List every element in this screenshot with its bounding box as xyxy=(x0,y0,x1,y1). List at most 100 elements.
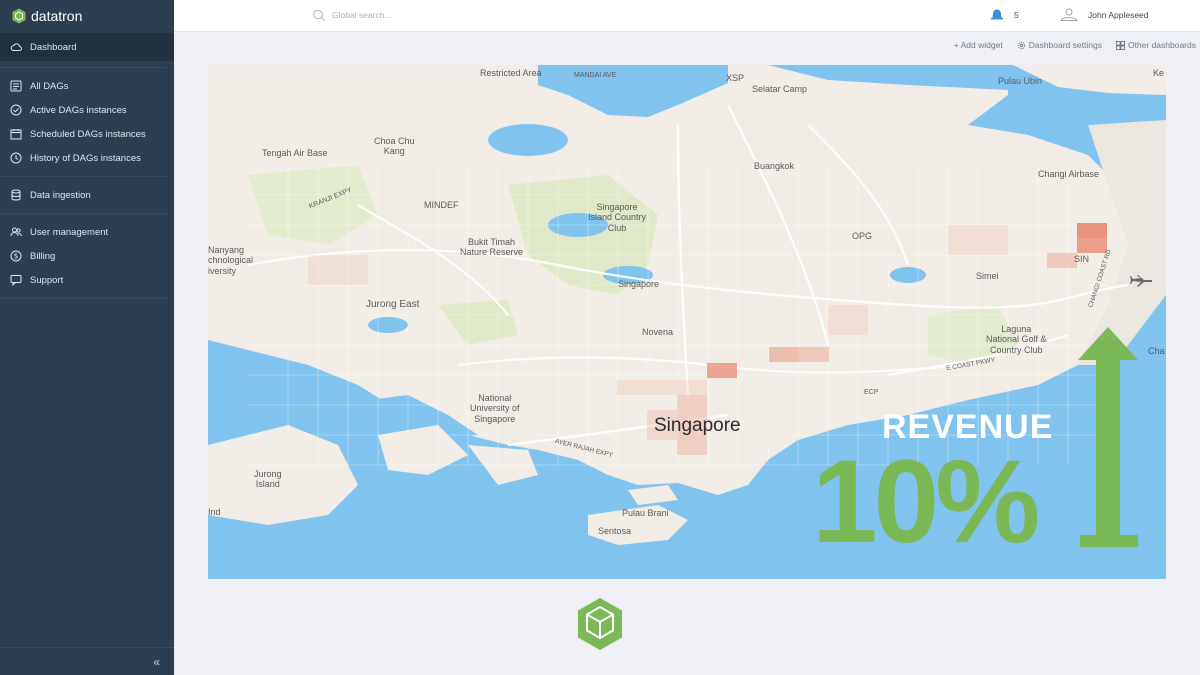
grid-icon xyxy=(1115,40,1125,50)
dollar-icon: $ xyxy=(10,250,22,262)
sidebar-item-label: Dashboard xyxy=(30,41,77,53)
map-label: Pulau Ubin xyxy=(998,76,1043,86)
gear-icon xyxy=(1017,41,1025,49)
map-label: Jurong Island xyxy=(254,469,282,490)
map-label: Cha xyxy=(1148,346,1165,356)
map-label: Simei xyxy=(976,271,999,281)
heat-cell xyxy=(1077,238,1107,253)
map-label: MINDEF xyxy=(424,200,459,210)
other-dashboards-button[interactable]: Other dashboards xyxy=(1115,40,1196,50)
sidebar-item-label: Active DAGs instances xyxy=(30,104,127,116)
map-label: OPG xyxy=(852,231,873,241)
notifications[interactable]: 5 xyxy=(990,8,1019,21)
sidebar-nav: Dashboard All DAGs Active DAGs instances… xyxy=(0,33,174,299)
sidebar-item-user-management[interactable]: User management xyxy=(0,220,174,244)
sidebar-item-support[interactable]: Support xyxy=(0,268,174,292)
add-widget-label: + Add widget xyxy=(953,40,1003,50)
sidebar-item-label: Support xyxy=(30,274,64,286)
dashboard-toolbar: + Add widget Dashboard settings Other da… xyxy=(954,40,1196,50)
search-icon xyxy=(313,9,325,21)
sidebar-item-dashboard[interactable]: Dashboard xyxy=(0,33,174,61)
map-label-singapore: Singapore xyxy=(654,415,741,436)
svg-text:$: $ xyxy=(14,252,19,261)
brand-name: datatron xyxy=(31,8,83,24)
map-label: Ke xyxy=(1153,68,1165,78)
check-circle-icon xyxy=(10,104,22,116)
sidebar-item-active-dags[interactable]: Active DAGs instances xyxy=(0,98,174,122)
sidebar-item-label: Data ingestion xyxy=(30,189,91,201)
support-icon xyxy=(10,274,22,286)
map-label: Changi Airbase xyxy=(1038,169,1100,179)
map-label: Singapore Island Country Club xyxy=(588,202,647,233)
map-label: Sentosa xyxy=(598,526,632,536)
map-label: Buangkok xyxy=(754,161,795,171)
map-label: MANDAI AVE xyxy=(574,72,617,79)
user-avatar-icon xyxy=(1060,8,1078,21)
cloud-icon xyxy=(10,41,22,53)
dag-icon xyxy=(10,80,22,92)
map-label: Pulau Brani xyxy=(622,508,669,518)
clock-icon xyxy=(10,152,22,164)
sidebar-divider xyxy=(0,213,166,214)
map-label: Tengah Air Base xyxy=(262,148,328,158)
search-input[interactable]: Global search... xyxy=(332,10,392,20)
sidebar-item-label: History of DAGs instances xyxy=(30,152,141,164)
map-label: Choa Chu Kang xyxy=(374,136,415,157)
revenue-heatmap-widget[interactable]: Restricted Area MANDAI AVE XSP Selatar C… xyxy=(208,65,1166,579)
calendar-icon xyxy=(10,128,22,140)
datatron-cube-logo-icon xyxy=(576,597,624,656)
heat-cell xyxy=(1047,253,1077,268)
map-label: Ind xyxy=(208,507,221,517)
map-label: SIN xyxy=(1074,254,1090,264)
sidebar-item-label: All DAGs xyxy=(30,80,69,92)
sidebar-item-label: Scheduled DAGs instances xyxy=(30,128,146,140)
heat-cell xyxy=(828,305,868,335)
user-menu[interactable]: John Appleseed xyxy=(1060,8,1149,21)
sidebar-item-billing[interactable]: $ Billing xyxy=(0,244,174,268)
map-label: Jurong East xyxy=(366,299,420,310)
map-label: XSP xyxy=(726,73,745,83)
user-name: John Appleseed xyxy=(1088,9,1149,20)
brand[interactable]: datatron xyxy=(0,0,174,32)
users-icon xyxy=(10,226,22,238)
map-label: Restricted Area xyxy=(480,68,542,78)
revenue-value: 10% xyxy=(812,436,1040,568)
map-label: Laguna National Golf & Country Club xyxy=(986,324,1047,355)
heat-cell xyxy=(799,347,829,362)
top-bar: Global search... 5 John Appleseed xyxy=(174,0,1200,32)
map-label: Selatar Camp xyxy=(752,84,808,94)
map-label: Singapore xyxy=(618,279,660,289)
map-label: Novena xyxy=(642,327,674,337)
dashboard-settings-label: Dashboard settings xyxy=(1028,40,1102,50)
database-icon xyxy=(10,189,22,201)
sidebar-item-label: Billing xyxy=(30,250,56,262)
global-search[interactable]: Global search... xyxy=(312,9,392,21)
heat-cell xyxy=(707,363,737,378)
heat-cell xyxy=(308,255,368,285)
reservoir xyxy=(488,124,568,156)
sidebar-item-history-dags[interactable]: History of DAGs instances xyxy=(0,146,174,170)
dashboard-settings-button[interactable]: Dashboard settings xyxy=(1017,40,1102,50)
double-chevron-left-icon: « xyxy=(153,654,160,669)
map-label: Bukit Timah Nature Reserve xyxy=(460,237,524,258)
map-label: National University of Singapore xyxy=(470,393,520,424)
bell-icon xyxy=(991,9,1003,20)
sidebar-divider xyxy=(0,176,166,177)
sidebar-collapse-button[interactable]: « xyxy=(0,647,174,675)
sidebar-item-all-dags[interactable]: All DAGs xyxy=(0,74,174,98)
sidebar-divider xyxy=(0,298,166,299)
notification-count: 5 xyxy=(1014,9,1019,20)
heat-cell xyxy=(617,380,707,395)
sidebar-divider xyxy=(0,67,166,68)
sidebar-item-data-ingestion[interactable]: Data ingestion xyxy=(0,183,174,207)
datatron-logo-icon xyxy=(12,8,26,24)
heat-cell xyxy=(948,225,1008,255)
heat-cell xyxy=(1077,223,1107,238)
map-label: ECP xyxy=(864,389,879,396)
other-dashboards-label: Other dashboards xyxy=(1127,40,1196,50)
add-widget-button[interactable]: + Add widget xyxy=(954,40,1003,50)
sidebar: datatron Dashboard All DAGs Active DAGs … xyxy=(0,0,174,675)
map-label: Nanyang chnological iversity xyxy=(208,245,254,276)
heat-cell xyxy=(769,347,799,362)
sidebar-item-scheduled-dags[interactable]: Scheduled DAGs instances xyxy=(0,122,174,146)
